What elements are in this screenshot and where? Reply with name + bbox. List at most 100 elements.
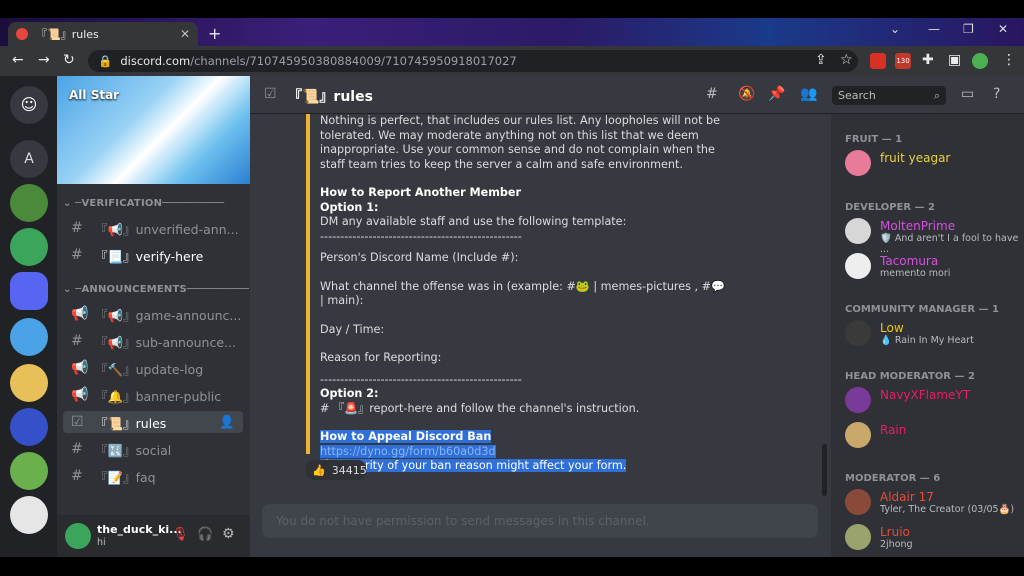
rules-intro: Nothing is perfect, that includes our ru… [320,114,721,171]
member-name: fruit yeagar [880,151,951,165]
browser-tab[interactable]: 『📜』rules ✕ [8,22,198,46]
member-status: memento mori [880,268,951,279]
server-icon[interactable] [10,228,48,266]
member-name: Tacomura [880,254,939,268]
channel-update-log[interactable]: 📢 『🔨』update-log [63,357,243,379]
discord-home-icon[interactable]: ☺ [10,86,48,124]
folder-icon[interactable] [10,272,48,310]
avatar[interactable] [65,523,91,549]
megaphone-icon: 📢 [71,387,89,403]
channel-verify-here[interactable]: # 『📃』verify-here [63,244,243,266]
member-item[interactable]: fruit yeagar [845,148,1020,178]
extension-badge[interactable]: 130 [895,53,911,69]
message-scrollbar[interactable] [822,444,827,496]
option2-text: # 『🚨』report-here and follow the channel'… [320,401,640,415]
avatar [845,387,871,413]
close-tab-icon[interactable]: ✕ [180,27,190,41]
member-item[interactable]: Tacomura memento mori [845,251,1020,281]
server-icon[interactable] [10,408,48,446]
reload-icon[interactable]: ↻ [63,52,75,68]
sidepanel-icon[interactable]: ▣ [948,52,961,68]
channel-unverified-ann[interactable]: # 『📢』unverified-ann... [63,217,243,239]
threads-icon[interactable]: # [706,86,718,102]
adblock-extension-icon[interactable] [870,53,886,69]
member-item[interactable]: Lruio 2jhong [845,522,1020,552]
restore-icon[interactable]: ❐ [963,22,974,36]
chrome-menu-icon[interactable]: ⋮ [1002,52,1016,68]
server-icon[interactable] [10,364,48,402]
member-group-head-moderator: HEAD MODERATOR — 2 [845,371,975,382]
help-icon[interactable]: ? [993,86,1000,102]
minimize-icon[interactable]: — [928,22,940,36]
hash-icon: # [71,468,83,484]
template-day-field: Day / Time: [320,322,385,336]
appeal-heading: How to Appeal Discord Ban [320,430,492,443]
reaction-thumbs-up[interactable]: 👍 34415 [306,460,367,480]
member-list-icon[interactable]: 👥 [800,86,817,102]
profile-avatar[interactable] [972,53,988,69]
avatar [845,218,871,244]
server-banner[interactable]: All Star [57,76,250,184]
pin-icon[interactable]: 📌 [768,86,785,102]
user-status: hi [97,537,106,548]
tab-search-icon[interactable]: ⌄ [890,22,900,36]
category-verification[interactable]: ⌄ ─VERIFICATION────────── [63,198,224,209]
member-item[interactable]: Aldair 17 Tyler, The Creator (03/05🎂) [845,487,1020,517]
member-name: Low [880,321,904,335]
discord-app: ☺ A All Star ⌄ ─VERIFICATION────────── #… [0,76,1024,557]
member-name: Lruio [880,525,910,539]
server-list: ☺ A [0,76,57,557]
hash-icon: # [71,441,83,457]
forward-icon[interactable]: → [38,52,50,68]
divider-line: ----------------------------------------… [320,229,522,243]
member-item[interactable]: Low 💧 Rain In My Heart [845,318,1020,348]
mute-mic-icon[interactable]: 🎙 [172,527,189,542]
address-bar[interactable]: 🔒 discord.com /channels/7107459503808840… [88,50,858,72]
server-a-icon[interactable]: A [10,140,48,178]
channel-sidebar: All Star ⌄ ─VERIFICATION────────── # 『📢』u… [57,76,250,557]
channel-banner-public[interactable]: 📢 『🔔』banner-public [63,384,243,406]
avatar [845,253,871,279]
bookmark-star-icon[interactable]: ☆ [840,52,853,68]
back-icon[interactable]: ← [12,52,24,68]
server-icon[interactable] [10,184,48,222]
report-heading: How to Report Another Member [320,186,521,199]
option1-text: DM any available staff and use the follo… [320,215,627,228]
app-window: 『📜』rules ✕ + ⌄ — ❐ ✕ ← → ↻ 🔒 discord.com… [0,0,1024,576]
channel-game-announcements[interactable]: 📢 『📢』game-announc... [63,303,243,325]
rules-checkbox-icon: ☑ [264,86,277,102]
settings-gear-icon[interactable]: ⚙ [222,526,235,542]
member-name: Aldair 17 [880,490,934,504]
member-item[interactable]: Rain [845,420,1020,450]
server-icon[interactable] [10,452,48,490]
template-name-field: Person's Discord Name (Include #): [320,251,519,264]
avatar [845,524,871,550]
inbox-icon[interactable]: ▭ [961,86,974,102]
member-status: 2jhong [880,539,913,550]
new-tab-icon[interactable]: + [208,24,221,43]
megaphone-icon: 📢 [71,306,89,322]
channel-social[interactable]: # 『🔣』social [63,438,243,460]
appeal-link[interactable]: https://dyno.gg/form/b60a0d3d [320,444,496,458]
member-item[interactable]: NavyXFlameYT [845,385,1020,415]
share-icon[interactable]: ⇪ [815,52,827,68]
rules-message: Nothing is perfect, that includes our ru… [306,114,726,472]
channel-sub-announcements[interactable]: # 『📢』sub-announce... [63,330,243,352]
member-item[interactable]: MoltenPrime 🛡️ And aren't I a fool to ha… [845,216,1020,255]
notification-bell-icon[interactable]: 🔕 [738,86,755,102]
server-icon[interactable] [10,318,48,356]
template-channel-field: What channel the offense was in (example… [320,279,725,308]
close-window-icon[interactable]: ✕ [998,22,1008,36]
invite-user-icon[interactable]: 👤 [219,414,235,430]
category-announcements[interactable]: ⌄ ─ANNOUNCEMENTS────────── [63,284,249,295]
message-area: Nothing is perfect, that includes our ru… [250,114,831,557]
search-input[interactable]: Search ⌕ [832,86,946,105]
extensions-puzzle-icon[interactable]: ✚ [922,52,934,68]
server-icon[interactable] [10,496,48,534]
hash-icon: # [71,220,83,236]
channel-faq[interactable]: # 『📝』faq [63,465,243,487]
channel-rules[interactable]: ☑ 『📜』rules 👤 [63,411,243,433]
hash-icon: # [71,247,83,263]
message-composer: You do not have permission to send messa… [262,504,818,538]
headphones-icon[interactable]: 🎧 [197,527,213,542]
